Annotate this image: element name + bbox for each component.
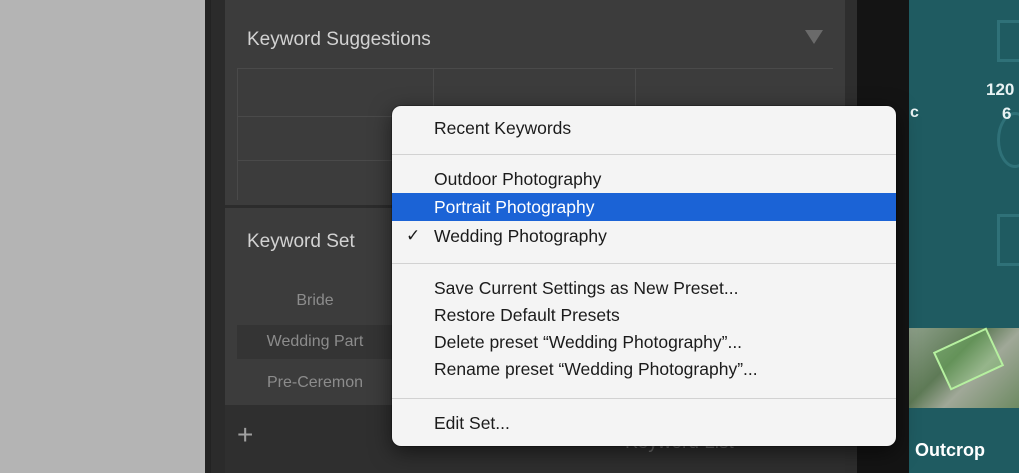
grid-line [237,68,238,200]
left-strip [211,0,225,473]
map-label: c [910,104,919,121]
menu-item-recent-keywords[interactable]: Recent Keywords [392,114,896,142]
thumbnail-label: Outcrop [915,440,985,460]
menu-separator [392,263,896,264]
map-bracket [997,20,1019,62]
menu-item-outdoor-photography[interactable]: Outdoor Photography [392,165,896,193]
keyword-suggestions-title: Keyword Suggestions [247,29,431,50]
grid-line [237,68,833,69]
menu-item-restore-presets[interactable]: Restore Default Presets [392,301,896,329]
menu-separator [392,398,896,399]
keyword-suggestions-header[interactable]: Keyword Suggestions [225,10,845,70]
collapse-triangle-icon[interactable] [805,30,823,44]
keyword-set-title: Keyword Set [247,231,355,252]
menu-item-portrait-photography[interactable]: Portrait Photography [392,193,896,221]
map-plot-outline [932,327,1005,391]
menu-separator [392,154,896,155]
menu-item-edit-set[interactable]: Edit Set... [392,409,896,437]
keyword-set-item[interactable]: Pre-Ceremon [237,366,393,400]
menu-item-rename-preset[interactable]: Rename preset “Wedding Photography”... [392,355,896,383]
map-number: 120 [986,80,1015,99]
menu-item-wedding-photography[interactable]: ✓ Wedding Photography [392,222,896,250]
map-number: 6 [1002,104,1012,123]
keyword-set-menu: Recent Keywords Outdoor Photography Port… [392,106,896,446]
checkmark-icon: ✓ [406,226,421,245]
map-bracket [997,214,1019,266]
menu-item-save-preset[interactable]: Save Current Settings as New Preset... [392,274,896,302]
left-canvas-area [0,0,205,473]
keyword-set-item[interactable]: Wedding Part [237,325,393,359]
map-thumbnail[interactable] [909,327,1019,408]
keyword-set-item[interactable]: Bride [237,284,393,318]
menu-item-delete-preset[interactable]: Delete preset “Wedding Photography”... [392,328,896,356]
add-keyword-icon[interactable]: + [237,421,253,449]
